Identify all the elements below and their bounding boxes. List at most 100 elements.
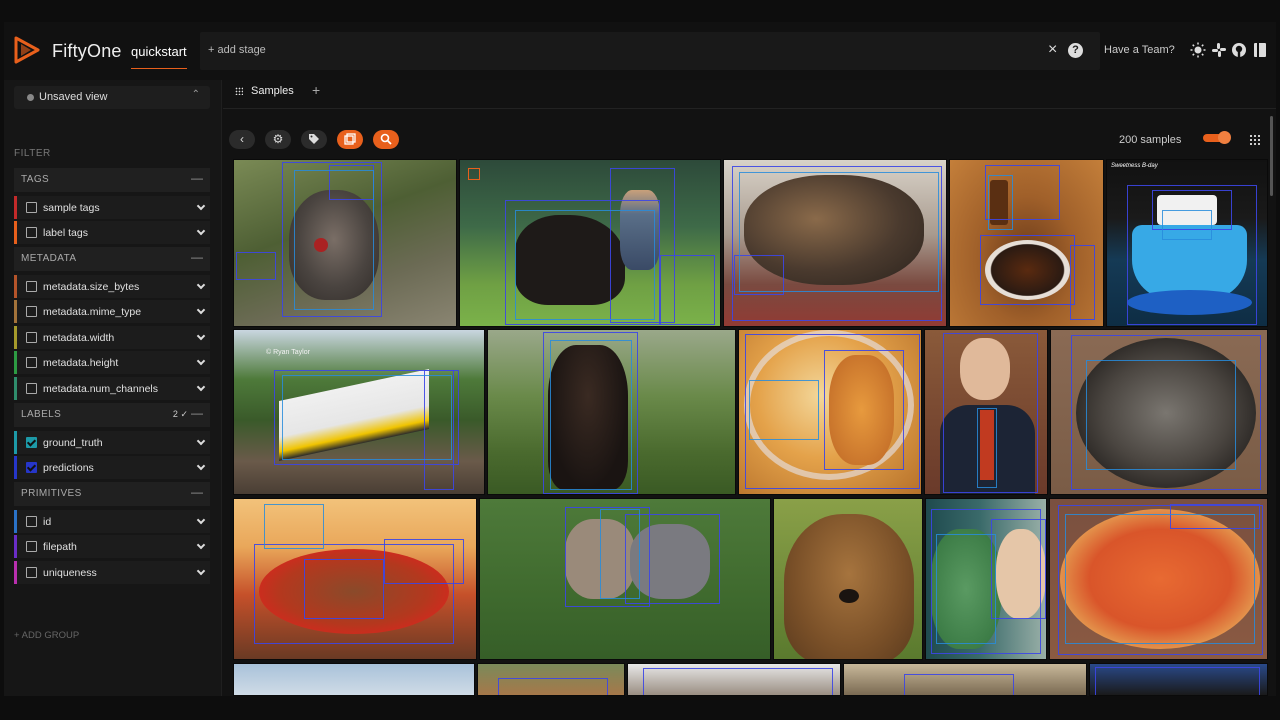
grid-layout-icon[interactable] bbox=[1249, 134, 1260, 145]
chevron-left-icon: ‹ bbox=[240, 132, 244, 146]
chevron-down-icon[interactable] bbox=[196, 566, 206, 576]
group-header-labels[interactable]: LABELS 2 ✓ — bbox=[14, 403, 210, 427]
field-label: predictions bbox=[43, 462, 94, 474]
view-stage-bar[interactable]: + add stage × ? bbox=[200, 32, 1100, 70]
chevron-down-icon[interactable] bbox=[196, 331, 206, 341]
grid-zoom-slider[interactable] bbox=[1203, 131, 1231, 144]
sample-tile-pizza[interactable] bbox=[1049, 498, 1268, 660]
field-color-bar bbox=[14, 275, 17, 298]
github-icon[interactable] bbox=[1231, 42, 1247, 58]
field-row-sample-tags[interactable]: sample tags bbox=[14, 196, 210, 219]
sample-tile-meal-plate[interactable] bbox=[233, 498, 477, 660]
field-checkbox[interactable] bbox=[26, 202, 37, 213]
team-button[interactable]: Have a Team? bbox=[1104, 44, 1175, 56]
view-status-dot bbox=[27, 94, 34, 101]
field-row-metadata-height[interactable]: metadata.height bbox=[14, 351, 210, 374]
field-row-id[interactable]: id bbox=[14, 510, 210, 533]
sample-tile-bear-roar[interactable] bbox=[843, 663, 1087, 696]
sample-tile-bear[interactable] bbox=[773, 498, 923, 660]
group-label: TAGS bbox=[21, 174, 50, 185]
view-selector[interactable]: Unsaved view ⌃ bbox=[14, 86, 210, 109]
dataset-selector[interactable]: quickstart bbox=[131, 44, 187, 69]
field-checkbox[interactable] bbox=[26, 516, 37, 527]
field-checkbox[interactable] bbox=[26, 357, 37, 368]
docs-icon[interactable] bbox=[1252, 42, 1268, 58]
field-checkbox[interactable] bbox=[26, 462, 37, 473]
sample-tile-dog-closeup[interactable] bbox=[1089, 663, 1268, 696]
sample-tile-train[interactable]: © Ryan Taylor bbox=[233, 329, 485, 495]
field-color-bar bbox=[14, 535, 17, 558]
field-checkbox[interactable] bbox=[26, 306, 37, 317]
scrollbar-thumb[interactable] bbox=[1270, 116, 1273, 196]
back-button[interactable]: ‹ bbox=[229, 130, 255, 149]
sample-tile-man-tie[interactable] bbox=[924, 329, 1048, 495]
sample-tile-bear-cub[interactable] bbox=[477, 663, 625, 696]
field-color-bar bbox=[14, 196, 17, 219]
field-checkbox[interactable] bbox=[26, 541, 37, 552]
chevron-down-icon[interactable] bbox=[196, 382, 206, 392]
chevron-down-icon[interactable] bbox=[196, 305, 206, 315]
sample-tile-cat-window[interactable] bbox=[627, 663, 841, 696]
field-checkbox[interactable] bbox=[26, 567, 37, 578]
add-panel-button[interactable]: + bbox=[312, 82, 320, 98]
chevron-down-icon[interactable] bbox=[196, 280, 206, 290]
collapse-icon[interactable]: — bbox=[191, 406, 203, 420]
tag-button[interactable] bbox=[301, 130, 327, 149]
collapse-icon[interactable]: — bbox=[191, 485, 203, 499]
collapse-icon[interactable]: — bbox=[191, 250, 203, 264]
sample-tile-dogs[interactable] bbox=[479, 498, 771, 660]
sample-tile-cat-bowl[interactable] bbox=[738, 329, 922, 495]
field-row-filepath[interactable]: filepath bbox=[14, 535, 210, 558]
help-icon[interactable]: ? bbox=[1068, 43, 1083, 58]
slider-handle[interactable] bbox=[1218, 131, 1231, 144]
field-checkbox[interactable] bbox=[26, 227, 37, 238]
sample-tile-cat-bed[interactable] bbox=[1050, 329, 1268, 495]
slack-icon[interactable] bbox=[1211, 42, 1227, 58]
group-header-tags[interactable]: TAGS — bbox=[14, 168, 210, 192]
sample-tile-dinner-plate[interactable] bbox=[949, 159, 1104, 327]
chevron-down-icon[interactable] bbox=[196, 461, 206, 471]
sample-tile-horse-rider[interactable] bbox=[459, 159, 721, 327]
field-row-predictions[interactable]: predictions bbox=[14, 456, 210, 479]
field-checkbox[interactable] bbox=[26, 332, 37, 343]
patches-icon bbox=[344, 133, 356, 145]
chevron-down-icon[interactable] bbox=[196, 356, 206, 366]
collapse-icon[interactable]: — bbox=[191, 171, 203, 185]
group-header-primitives[interactable]: PRIMITIVES — bbox=[14, 482, 210, 506]
fiftyone-logo-icon[interactable] bbox=[12, 35, 42, 65]
sample-tile-sky[interactable] bbox=[233, 663, 475, 696]
sample-tile-cat-rug[interactable] bbox=[723, 159, 947, 327]
selection-checkbox[interactable] bbox=[468, 168, 480, 180]
field-checkbox[interactable] bbox=[26, 383, 37, 394]
scrollbar[interactable] bbox=[1268, 114, 1274, 694]
field-row-ground-truth[interactable]: ground_truth bbox=[14, 431, 210, 454]
similarity-search-button[interactable] bbox=[373, 130, 399, 149]
sample-tile-teddy[interactable] bbox=[925, 498, 1047, 660]
chevron-down-icon[interactable] bbox=[196, 436, 206, 446]
settings-button[interactable]: ⚙ bbox=[265, 130, 291, 149]
add-stage-button[interactable]: + add stage bbox=[208, 44, 266, 56]
patches-button[interactable] bbox=[337, 130, 363, 149]
add-group-button[interactable]: + ADD GROUP bbox=[14, 630, 79, 641]
sample-tile-turkey[interactable] bbox=[233, 159, 457, 327]
chevron-down-icon[interactable] bbox=[196, 226, 206, 236]
group-header-metadata[interactable]: METADATA — bbox=[14, 247, 210, 271]
chevron-down-icon[interactable] bbox=[196, 515, 206, 525]
field-row-metadata-num-channels[interactable]: metadata.num_channels bbox=[14, 377, 210, 400]
chevron-down-icon[interactable] bbox=[196, 201, 206, 211]
field-row-label-tags[interactable]: label tags bbox=[14, 221, 210, 244]
field-checkbox[interactable] bbox=[26, 437, 37, 448]
sample-tile-bull[interactable] bbox=[487, 329, 736, 495]
close-icon[interactable]: × bbox=[1048, 41, 1057, 59]
field-row-metadata-width[interactable]: metadata.width bbox=[14, 326, 210, 349]
sample-tile-birthday-cake[interactable]: Sweetness B-day bbox=[1106, 159, 1268, 327]
field-checkbox[interactable] bbox=[26, 281, 37, 292]
field-row-metadata-mime-type[interactable]: metadata.mime_type bbox=[14, 300, 210, 323]
field-label: filepath bbox=[43, 541, 77, 553]
field-row-metadata-size-bytes[interactable]: metadata.size_bytes bbox=[14, 275, 210, 298]
field-row-uniqueness[interactable]: uniqueness bbox=[14, 561, 210, 584]
field-color-bar bbox=[14, 456, 17, 479]
theme-sun-icon[interactable] bbox=[1190, 42, 1206, 58]
grid-icon bbox=[235, 87, 243, 95]
chevron-down-icon[interactable] bbox=[196, 540, 206, 550]
